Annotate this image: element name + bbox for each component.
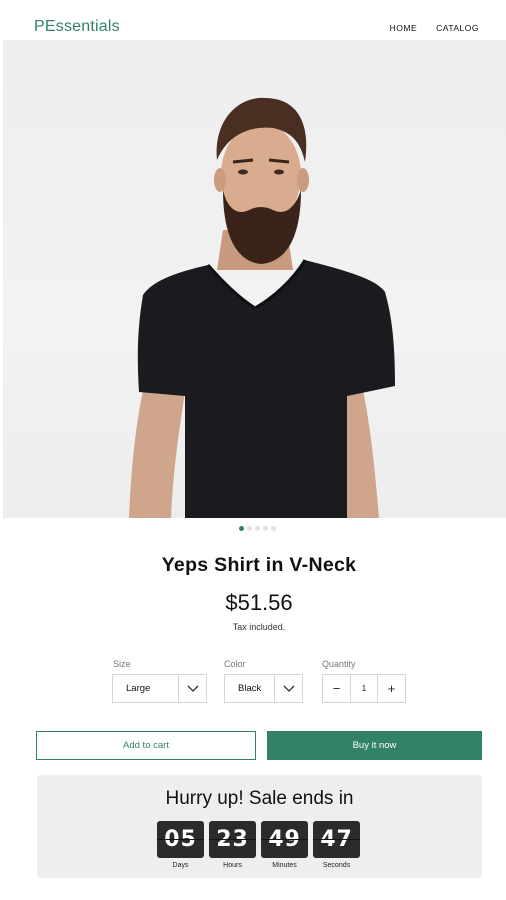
sale-countdown-panel: Hurry up! Sale ends in 05 Days 23 Hours … bbox=[37, 775, 482, 878]
gallery-dot-4[interactable] bbox=[262, 526, 268, 531]
quantity-label: Quantity bbox=[322, 659, 356, 669]
buy-now-button[interactable]: Buy it now bbox=[267, 731, 482, 760]
gallery-dots bbox=[0, 526, 506, 531]
countdown-minutes: 49 Minutes bbox=[261, 821, 308, 870]
quantity-plus-button[interactable]: + bbox=[378, 675, 405, 702]
nav-catalog-link[interactable]: CATALOG bbox=[436, 22, 479, 34]
countdown-hours-label: Hours bbox=[223, 862, 242, 869]
countdown-seconds-label: Seconds bbox=[322, 862, 351, 869]
gallery-dot-3[interactable] bbox=[254, 526, 260, 531]
quantity-minus-button[interactable]: − bbox=[323, 675, 350, 702]
site-header: PEssentials HOME CATALOG bbox=[0, 0, 506, 40]
nav-home-link[interactable]: HOME bbox=[390, 22, 418, 34]
countdown-minutes-value: 49 bbox=[261, 821, 308, 858]
tax-note: Tax included. bbox=[232, 622, 286, 632]
add-to-cart-button[interactable]: Add to cart bbox=[36, 731, 256, 760]
countdown-hours: 23 Hours bbox=[209, 821, 256, 870]
gallery-dot-1[interactable] bbox=[238, 526, 244, 531]
gallery-dot-2[interactable] bbox=[246, 526, 252, 531]
size-value: Large bbox=[126, 683, 151, 694]
countdown-minutes-label: Minutes bbox=[272, 862, 297, 869]
countdown-days: 05 Days bbox=[157, 821, 204, 870]
main-nav: HOME CATALOG bbox=[390, 22, 479, 34]
store-logo[interactable]: PEssentials bbox=[34, 17, 120, 37]
size-select[interactable]: Large bbox=[112, 674, 207, 703]
gallery-dot-5[interactable] bbox=[270, 526, 276, 531]
quantity-input[interactable]: 1 bbox=[350, 675, 378, 702]
color-label: Color bbox=[224, 659, 246, 669]
countdown-seconds: 47 Seconds bbox=[313, 821, 360, 870]
countdown-timer: 05 Days 23 Hours 49 Minutes 47 Seconds bbox=[157, 821, 360, 870]
countdown-days-value: 05 bbox=[157, 821, 204, 858]
sale-title: Hurry up! Sale ends in bbox=[165, 788, 354, 809]
product-image[interactable] bbox=[3, 40, 506, 518]
chevron-down-icon bbox=[178, 675, 206, 702]
quantity-stepper: − 1 + bbox=[322, 674, 406, 703]
color-select[interactable]: Black bbox=[224, 674, 303, 703]
color-value: Black bbox=[238, 683, 262, 694]
countdown-hours-value: 23 bbox=[209, 821, 256, 858]
countdown-seconds-value: 47 bbox=[313, 821, 360, 858]
chevron-down-icon bbox=[274, 675, 302, 702]
product-price: $51.56 bbox=[225, 590, 293, 615]
countdown-days-label: Days bbox=[172, 862, 189, 869]
size-label: Size bbox=[113, 659, 131, 669]
product-photo bbox=[129, 97, 396, 518]
product-title: Yeps Shirt in V-Neck bbox=[161, 554, 357, 576]
